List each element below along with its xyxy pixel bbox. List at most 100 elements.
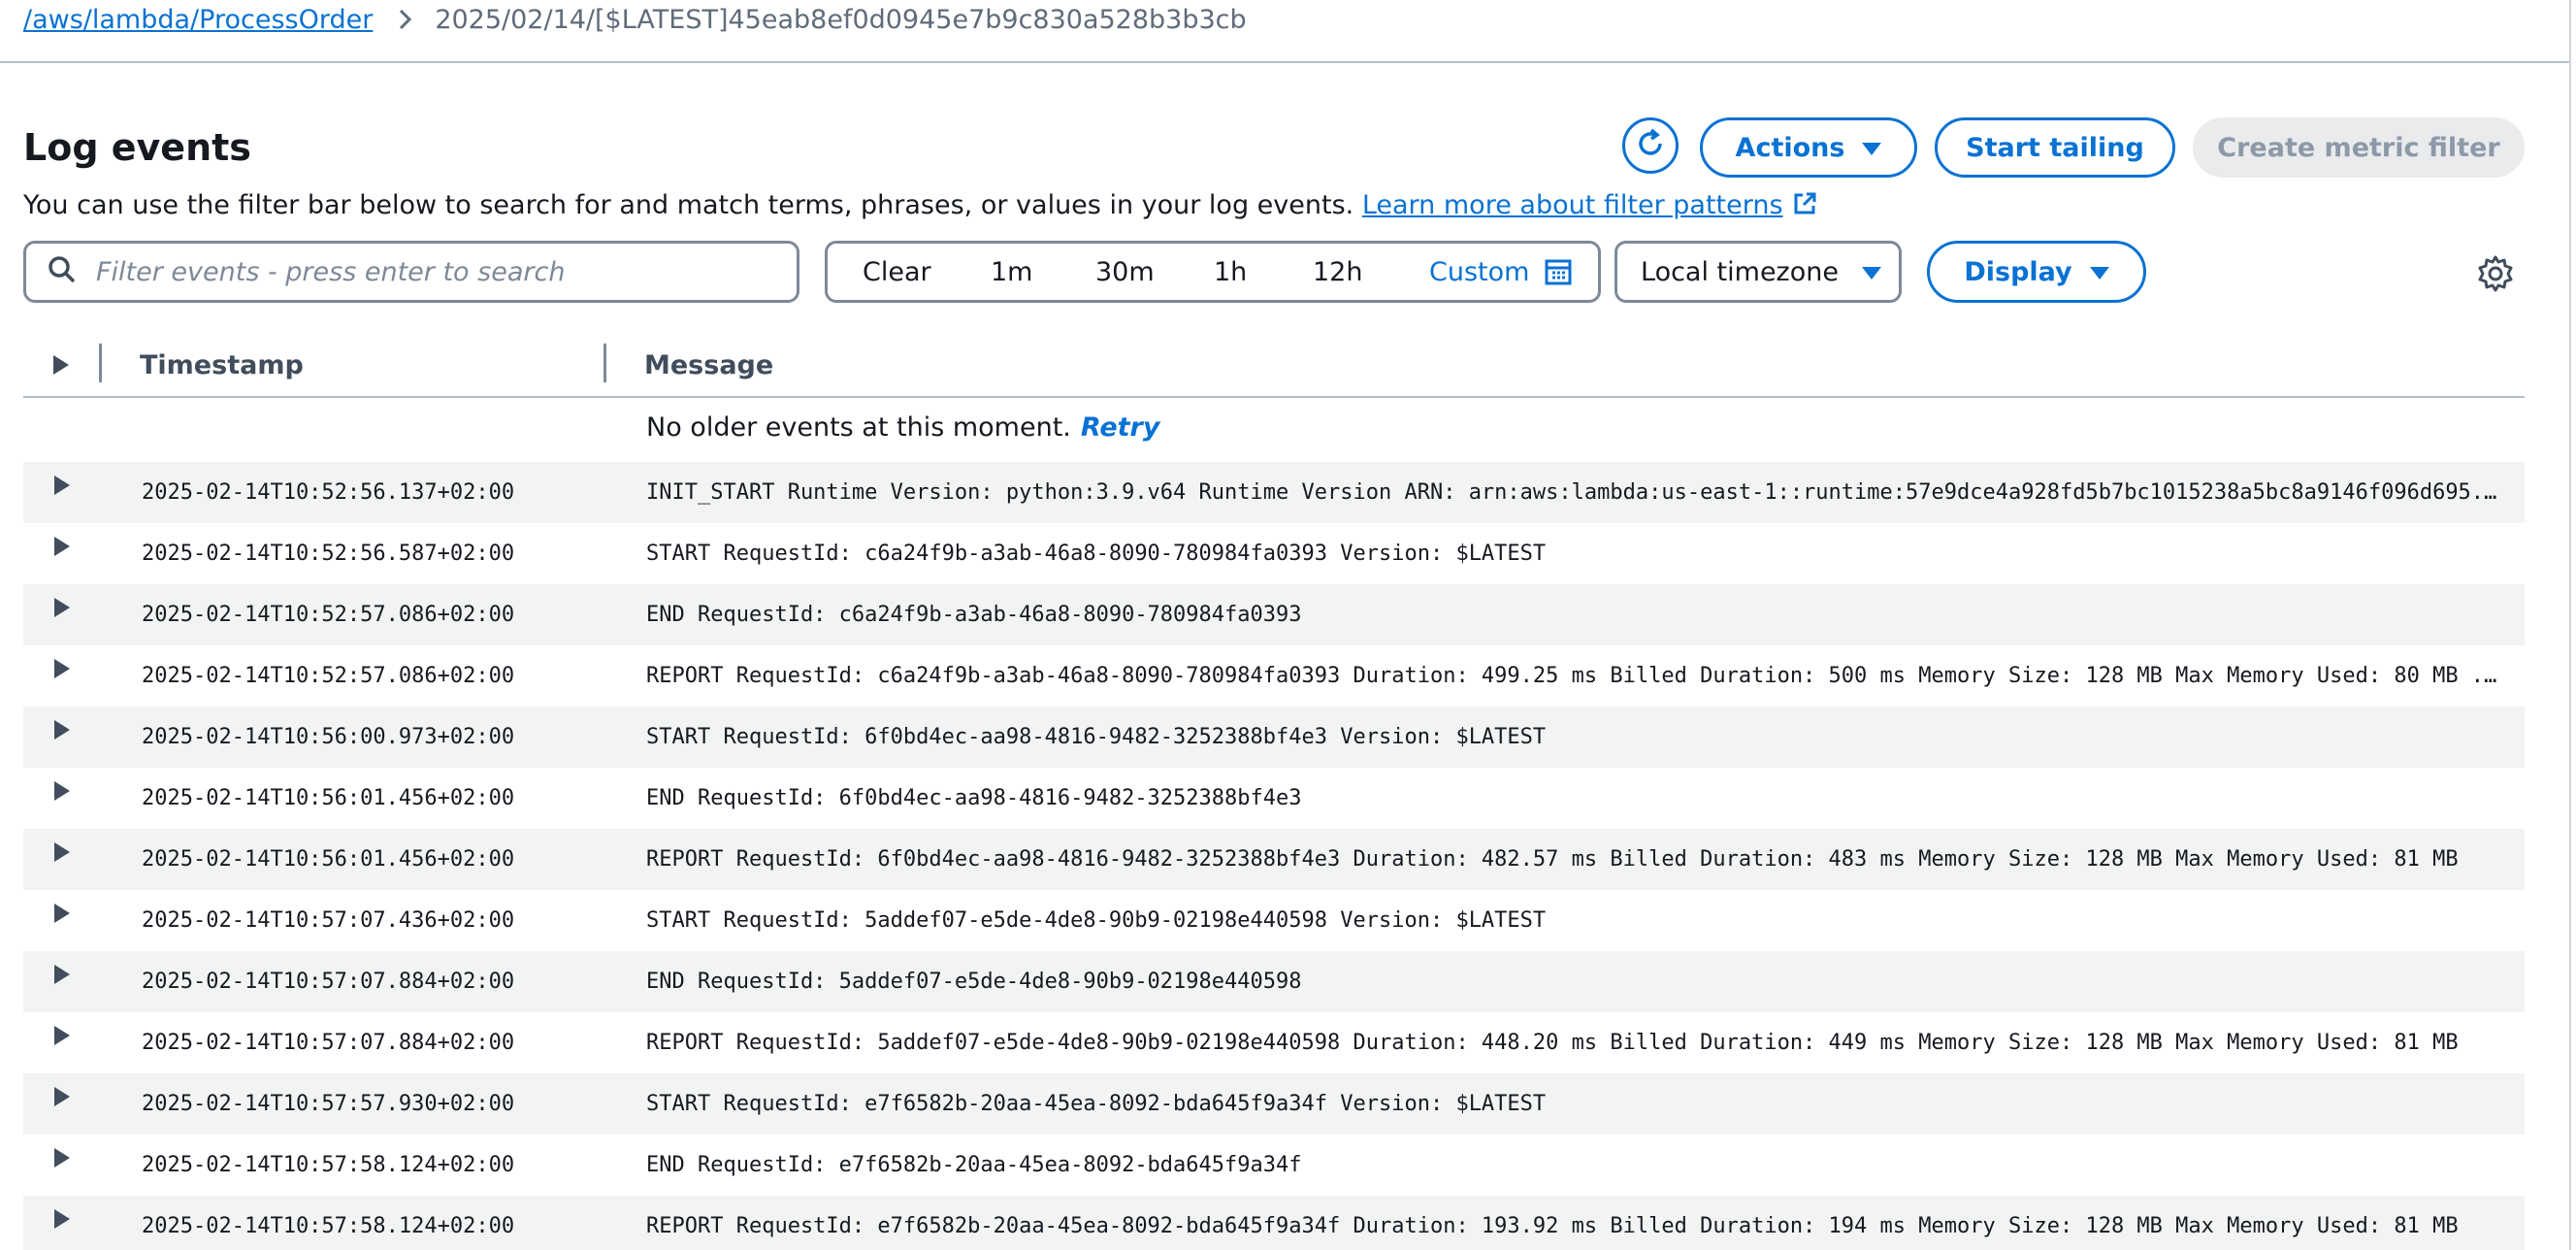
expand-triangle-icon[interactable] [52,779,76,803]
range-1h[interactable]: 1h [1214,244,1247,300]
gear-icon[interactable] [2476,254,2515,293]
refresh-icon [1633,126,1668,165]
display-label: Display [1964,256,2072,287]
range-custom[interactable]: Custom [1429,244,1572,300]
breadcrumb: /aws/lambda/ProcessOrder 2025/02/14/[$LA… [23,0,1247,39]
log-event-message: END RequestId: 6f0bd4ec-aa98-4816-9482-3… [646,786,1302,810]
log-event-timestamp: 2025-02-14T10:57:07.884+02:00 [142,1031,515,1055]
page-description: You can use the filter bar below to sear… [23,186,1818,229]
expand-triangle-icon[interactable] [52,1146,76,1169]
log-event-message: START RequestId: c6a24f9b-a3ab-46a8-8090… [646,542,1547,566]
display-dropdown-button[interactable]: Display [1927,241,2146,303]
column-divider[interactable] [603,344,606,382]
log-event-row[interactable]: 2025-02-14T10:57:07.436+02:00 START Reque… [23,890,2525,951]
log-event-row[interactable]: 2025-02-14T10:52:56.587+02:00 START Reque… [23,523,2525,584]
expand-triangle-icon[interactable] [52,535,76,558]
log-event-message: START RequestId: e7f6582b-20aa-45ea-8092… [646,1092,1547,1116]
expand-triangle-icon[interactable] [52,474,76,497]
log-event-timestamp: 2025-02-14T10:57:07.436+02:00 [142,908,515,933]
no-older-events-status: No older events at this moment. Retry [646,406,1159,448]
log-event-row[interactable]: 2025-02-14T10:52:57.086+02:00 REPORT Requ… [23,645,2525,707]
log-event-timestamp: 2025-02-14T10:56:01.456+02:00 [142,847,515,872]
caret-down-icon [1861,257,1881,287]
status-text: No older events at this moment. [646,411,1071,443]
calendar-icon [1545,258,1572,285]
log-event-message: END RequestId: 5addef07-e5de-4de8-90b9-0… [646,970,1302,994]
log-event-message: REPORT RequestId: e7f6582b-20aa-45ea-809… [646,1214,2459,1238]
timezone-value: Local timezone [1641,256,1839,287]
log-event-timestamp: 2025-02-14T10:56:00.973+02:00 [142,725,515,749]
log-event-message: INIT_START Runtime Version: python:3.9.v… [646,480,2503,505]
log-event-row[interactable]: 2025-02-14T10:56:01.456+02:00 REPORT Requ… [23,829,2525,890]
log-event-list: 2025-02-14T10:52:56.137+02:00 INIT_START … [23,462,2525,1250]
log-events-page: /aws/lambda/ProcessOrder 2025/02/14/[$LA… [0,0,2576,1250]
log-event-message: REPORT RequestId: c6a24f9b-a3ab-46a8-809… [646,664,2503,688]
log-event-row[interactable]: 2025-02-14T10:57:58.124+02:00 REPORT Requ… [23,1196,2525,1250]
expand-triangle-icon[interactable] [52,1024,76,1047]
log-event-row[interactable]: 2025-02-14T10:56:00.973+02:00 START Reque… [23,707,2525,768]
external-link-icon [1791,190,1818,229]
caret-down-icon [1862,133,1882,163]
expand-triangle-icon[interactable] [52,840,76,864]
log-event-timestamp: 2025-02-14T10:57:58.124+02:00 [142,1153,515,1177]
log-event-timestamp: 2025-02-14T10:57:57.930+02:00 [142,1092,515,1116]
breadcrumb-log-stream: 2025/02/14/[$LATEST]45eab8ef0d0945e7b9c8… [435,4,1247,35]
actions-dropdown-button[interactable]: Actions [1700,117,1917,178]
range-12h[interactable]: 12h [1313,244,1362,300]
expand-triangle-icon[interactable] [52,657,76,680]
search-icon [48,255,77,288]
expand-triangle-icon[interactable] [52,902,76,925]
expand-triangle-icon[interactable] [52,718,76,741]
log-event-row[interactable]: 2025-02-14T10:56:01.456+02:00 END Request… [23,768,2525,829]
header-divider [0,61,2569,63]
expand-triangle-icon[interactable] [52,963,76,986]
expand-all-icon[interactable] [50,334,72,396]
log-event-message: START RequestId: 5addef07-e5de-4de8-90b9… [646,908,1547,933]
column-divider[interactable] [99,344,102,382]
column-header-message[interactable]: Message [644,334,773,396]
log-event-timestamp: 2025-02-14T10:52:56.137+02:00 [142,480,515,505]
log-event-row[interactable]: 2025-02-14T10:57:58.124+02:00 END Request… [23,1135,2525,1196]
create-metric-filter-button[interactable]: Create metric filter [2193,117,2525,178]
log-event-message: REPORT RequestId: 5addef07-e5de-4de8-90b… [646,1031,2459,1055]
filter-search-box [23,241,799,303]
range-1m[interactable]: 1m [991,244,1032,300]
refresh-button[interactable] [1622,117,1679,174]
expand-triangle-icon[interactable] [52,1207,76,1231]
breadcrumb-log-group-link[interactable]: /aws/lambda/ProcessOrder [23,5,373,35]
timezone-select[interactable]: Local timezone [1614,241,1902,303]
log-event-row[interactable]: 2025-02-14T10:57:07.884+02:00 END Request… [23,951,2525,1012]
log-event-row[interactable]: 2025-02-14T10:52:56.137+02:00 INIT_START … [23,462,2525,523]
log-table-header: Timestamp Message [23,334,2525,398]
time-range-selector: Clear 1m 30m 1h 12h Custom [825,241,1601,303]
log-event-timestamp: 2025-02-14T10:57:07.884+02:00 [142,970,515,994]
log-event-timestamp: 2025-02-14T10:52:56.587+02:00 [142,542,515,566]
expand-triangle-icon[interactable] [52,596,76,619]
column-header-timestamp[interactable]: Timestamp [140,334,304,396]
log-event-timestamp: 2025-02-14T10:52:57.086+02:00 [142,664,515,688]
range-30m[interactable]: 30m [1095,244,1155,300]
scrollbar-edge [2569,0,2571,1250]
log-event-row[interactable]: 2025-02-14T10:52:57.086+02:00 END Request… [23,584,2525,645]
caret-down-icon [2089,257,2109,287]
log-event-message: END RequestId: c6a24f9b-a3ab-46a8-8090-7… [646,603,1302,627]
log-event-row[interactable]: 2025-02-14T10:57:57.930+02:00 START Reque… [23,1073,2525,1135]
log-event-timestamp: 2025-02-14T10:57:58.124+02:00 [142,1214,515,1238]
expand-triangle-icon[interactable] [52,1085,76,1108]
description-text: You can use the filter bar below to sear… [23,190,1354,220]
range-custom-label: Custom [1429,256,1530,287]
start-tailing-button[interactable]: Start tailing [1935,117,2175,178]
actions-label: Actions [1735,132,1845,163]
log-event-message: START RequestId: 6f0bd4ec-aa98-4816-9482… [646,725,1547,749]
learn-more-label: Learn more about filter patterns [1361,190,1783,220]
range-clear[interactable]: Clear [863,244,931,300]
log-event-row[interactable]: 2025-02-14T10:57:07.884+02:00 REPORT Requ… [23,1012,2525,1073]
filter-events-input[interactable] [94,255,758,288]
page-title: Log events [23,126,251,169]
log-event-timestamp: 2025-02-14T10:52:57.086+02:00 [142,603,515,627]
learn-more-link[interactable]: Learn more about filter patterns [1362,190,1818,220]
log-event-message: END RequestId: e7f6582b-20aa-45ea-8092-b… [646,1153,1302,1177]
retry-link[interactable]: Retry [1081,412,1160,443]
chevron-right-icon [398,8,413,31]
log-event-message: REPORT RequestId: 6f0bd4ec-aa98-4816-948… [646,847,2459,872]
